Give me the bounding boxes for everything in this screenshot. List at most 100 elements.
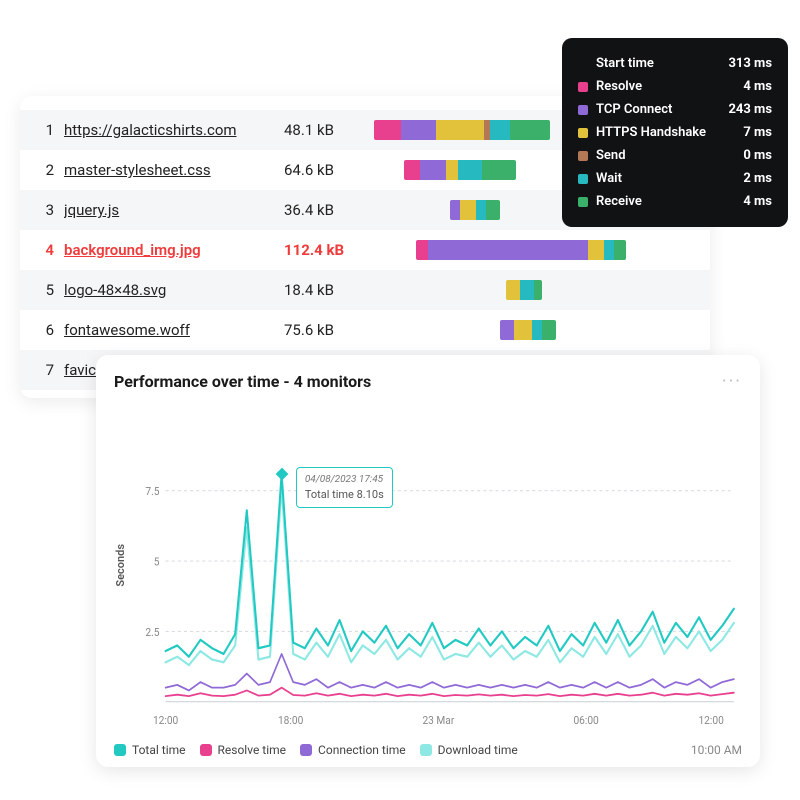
tooltip-value: 7 ms [743, 125, 772, 140]
tooltip-row: TCP Connect 243 ms [578, 98, 772, 121]
tooltip-value: 2 ms [743, 171, 772, 186]
legend-swatch-icon [578, 197, 588, 207]
legend-swatch-icon [300, 744, 312, 756]
waterfall-timing-bar[interactable] [506, 280, 542, 300]
timing-segment [482, 160, 516, 180]
waterfall-bar-track [374, 318, 696, 342]
legend-swatch-icon [420, 744, 432, 756]
legend-swatch-icon [114, 744, 126, 756]
y-axis-label: Seconds [114, 544, 127, 587]
waterfall-resource-link[interactable]: https://galacticshirts.com [64, 121, 284, 139]
timing-segment [588, 240, 604, 260]
svg-text:12:00: 12:00 [153, 714, 178, 728]
tooltip-value: 4 ms [743, 194, 772, 209]
legend-swatch-icon [578, 105, 588, 115]
waterfall-row-index: 6 [34, 321, 54, 339]
timing-segment [542, 320, 556, 340]
waterfall-row[interactable]: 6fontawesome.woff75.6 kB [20, 310, 710, 350]
performance-card: Performance over time - 4 monitors ··· S… [96, 355, 760, 767]
timing-segment [534, 280, 542, 300]
waterfall-row[interactable]: 4 background_img.jpg112.4 kB [20, 230, 710, 270]
waterfall-resource-link[interactable]: master-stylesheet.css [64, 161, 284, 179]
waterfall-bar-track [374, 238, 696, 262]
waterfall-resource-size: 36.4 kB [284, 201, 374, 219]
tooltip-row: Receive 4 ms [578, 190, 772, 213]
timing-segment [532, 320, 542, 340]
tooltip-value: 243 ms [728, 102, 772, 117]
waterfall-resource-size: 18.4 kB [284, 281, 374, 299]
tooltip-value: 313 ms [728, 56, 772, 71]
tooltip-row: Start time 313 ms [578, 52, 772, 75]
timing-segment [446, 160, 458, 180]
timing-segment [401, 120, 436, 140]
svg-text:18:00: 18:00 [278, 714, 303, 728]
tooltip-row: Resolve 4 ms [578, 75, 772, 98]
timing-segment [450, 200, 460, 220]
timing-segment [486, 200, 500, 220]
waterfall-row-index: 3 [34, 201, 54, 219]
waterfall-row-index: 4 [34, 241, 54, 259]
svg-text:7.5: 7.5 [145, 485, 159, 499]
tooltip-row: Wait 2 ms [578, 167, 772, 190]
legend-swatch-icon [578, 174, 588, 184]
svg-text:06:00: 06:00 [573, 714, 598, 728]
waterfall-row-index: 1 [34, 121, 54, 139]
waterfall-timing-bar[interactable] [374, 120, 550, 140]
legend-item[interactable]: Connection time [300, 743, 406, 757]
performance-plot[interactable]: 2.557.512:0018:0023 Mar06:0012:00 04/08/… [131, 398, 742, 733]
timing-segment [416, 240, 428, 260]
legend-swatch-icon [200, 744, 212, 756]
performance-legend: Total time Resolve time Connection time Dow… [114, 733, 742, 757]
card-menu-button[interactable]: ··· [722, 371, 742, 392]
waterfall-resource-size: 112.4 kB [284, 241, 374, 259]
timing-segment [420, 160, 446, 180]
svg-text:5: 5 [154, 555, 160, 569]
waterfall-resource-link[interactable]: fontawesome.woff [64, 321, 284, 339]
svg-text:2.5: 2.5 [145, 625, 159, 639]
waterfall-timing-bar[interactable] [500, 320, 556, 340]
tooltip-row: HTTPS Handshake 7 ms [578, 121, 772, 144]
waterfall-timing-bar[interactable] [416, 240, 626, 260]
tooltip-label: Start time [596, 56, 654, 71]
timing-segment [428, 240, 588, 260]
waterfall-row-index: 7 [34, 361, 54, 379]
waterfall-row-index: 5 [34, 281, 54, 299]
tooltip-label: Wait [596, 171, 622, 186]
legend-swatch-icon [578, 82, 588, 92]
tooltip-value: 0 ms [743, 148, 772, 163]
timing-segment [500, 320, 514, 340]
tooltip-label: Resolve [596, 79, 642, 94]
legend-item[interactable]: Total time [114, 743, 186, 757]
waterfall-resource-link[interactable]: background_img.jpg [64, 241, 284, 259]
performance-body: Seconds 2.5 5 7.5 12:00 18:00 23 Mar 06:00 12:0… [114, 398, 742, 733]
timing-segment [460, 200, 476, 220]
tooltip-label: HTTPS Handshake [596, 125, 706, 140]
card-timestamp: 10:00 AM [691, 743, 742, 757]
timing-segment [510, 120, 550, 140]
waterfall-row[interactable]: 5 logo-48×48.svg18.4 kB [20, 270, 710, 310]
waterfall-resource-size: 64.6 kB [284, 161, 374, 179]
waterfall-resource-link[interactable]: jquery.js [64, 201, 284, 219]
legend-label: Total time [132, 743, 186, 757]
timing-segment [490, 120, 510, 140]
legend-item[interactable]: Download time [420, 743, 518, 757]
performance-title: Performance over time - 4 monitors [114, 372, 371, 391]
tooltip-label: Receive [596, 194, 642, 209]
waterfall-resource-link[interactable]: logo-48×48.svg [64, 281, 284, 299]
waterfall-bar-track [374, 278, 696, 302]
waterfall-resource-size: 48.1 kB [284, 121, 374, 139]
waterfall-timing-bar[interactable] [404, 160, 516, 180]
tooltip-row: Send 0 ms [578, 144, 772, 167]
timing-segment [458, 160, 482, 180]
tooltip-label: TCP Connect [596, 102, 672, 117]
legend-item[interactable]: Resolve time [200, 743, 287, 757]
svg-text:12:00: 12:00 [698, 714, 723, 728]
waterfall-timing-bar[interactable] [450, 200, 500, 220]
svg-text:23 Mar: 23 Mar [422, 714, 454, 728]
legend-swatch-icon [578, 128, 588, 138]
timing-segment [374, 120, 401, 140]
legend-label: Download time [438, 743, 518, 757]
tooltip-label: Send [596, 148, 626, 163]
timing-segment [614, 240, 626, 260]
tooltip-value: 4 ms [743, 79, 772, 94]
